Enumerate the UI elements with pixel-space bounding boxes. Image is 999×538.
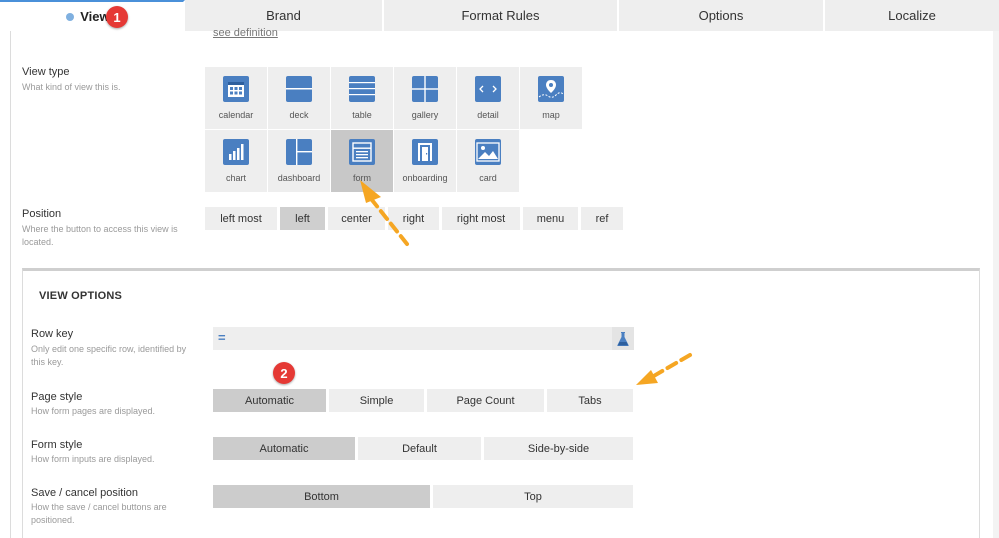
position-center[interactable]: center <box>328 207 385 230</box>
save-cancel-top[interactable]: Top <box>433 485 633 508</box>
page-style-page-count[interactable]: Page Count <box>427 389 544 412</box>
view-type-card[interactable]: card <box>457 130 519 192</box>
view-type-name: chart <box>225 173 246 183</box>
tab-options[interactable]: Options <box>619 0 825 31</box>
view-options-title: VIEW OPTIONS <box>39 290 123 302</box>
tab-label: Format Rules <box>461 8 540 23</box>
position-menu[interactable]: menu <box>523 207 578 230</box>
view-type-name: card <box>479 173 497 183</box>
view-type-name: detail <box>477 110 499 120</box>
row-key-input[interactable]: = <box>213 327 634 350</box>
view-type-name: table <box>352 110 372 120</box>
view-type-name: calendar <box>218 110 254 120</box>
flask-icon[interactable] <box>612 327 634 350</box>
calendar-icon <box>223 76 249 102</box>
page-style-tabs[interactable]: Tabs <box>547 389 633 412</box>
page-style-label: Page style <box>31 391 83 403</box>
view-type-name: dashboard <box>277 173 321 183</box>
view-type-deck[interactable]: deck <box>268 67 330 129</box>
save-cancel-bottom[interactable]: Bottom <box>213 485 430 508</box>
view-type-detail[interactable]: detail <box>457 67 519 129</box>
tab-status-dot <box>66 12 75 21</box>
form-style-label: Form style <box>31 439 83 451</box>
view-type-label: View type <box>22 66 70 78</box>
tab-format-rules[interactable]: Format Rules <box>384 0 619 31</box>
position-left-most[interactable]: left most <box>205 207 277 230</box>
view-type-chart[interactable]: chart <box>205 130 267 192</box>
save-cancel-label: Save / cancel position <box>31 487 139 499</box>
table-icon <box>349 76 375 102</box>
form-icon <box>349 139 375 165</box>
view-type-dashboard[interactable]: dashboard <box>268 130 330 192</box>
view-type-name: form <box>353 173 371 183</box>
form-style-side-by-side[interactable]: Side-by-side <box>484 437 633 460</box>
view-type-calendar[interactable]: calendar <box>205 67 267 129</box>
deck-icon <box>286 76 312 102</box>
row-key-hint: Only edit one specific row, identified b… <box>31 344 187 367</box>
tab-localize[interactable]: Localize <box>825 0 999 31</box>
form-style-hint: How form inputs are displayed. <box>31 454 155 464</box>
view-type-name: onboarding <box>402 173 448 183</box>
form-style-default[interactable]: Default <box>358 437 481 460</box>
view-type-name: gallery <box>411 110 439 120</box>
see-definition-link[interactable]: see definition <box>213 27 278 39</box>
tab-label: Localize <box>888 8 936 23</box>
position-ref[interactable]: ref <box>581 207 623 230</box>
row-key-label: Row key <box>31 328 74 340</box>
equals-icon: = <box>218 330 226 345</box>
position-right-most[interactable]: right most <box>442 207 520 230</box>
position-hint: Where the button to access this view is … <box>22 224 178 247</box>
page-style-simple[interactable]: Simple <box>329 389 424 412</box>
page-style-hint: How form pages are displayed. <box>31 406 156 416</box>
map-icon <box>538 76 564 102</box>
position-left[interactable]: left <box>280 207 325 230</box>
tab-label: Brand <box>266 8 301 23</box>
tab-bar: Views Brand Format Rules Options Localiz… <box>0 0 999 31</box>
detail-icon <box>475 76 501 102</box>
onboarding-icon <box>412 139 438 165</box>
tab-views[interactable]: Views <box>0 0 185 31</box>
view-type-table[interactable]: table <box>331 67 393 129</box>
tab-label: Options <box>698 8 744 23</box>
position-right[interactable]: right <box>388 207 439 230</box>
view-type-onboarding[interactable]: onboarding <box>394 130 456 192</box>
view-type-name: map <box>542 110 560 120</box>
scrollbar[interactable] <box>993 31 999 538</box>
card-icon <box>475 139 501 165</box>
frame-border-left <box>10 31 11 538</box>
gallery-icon <box>412 76 438 102</box>
save-cancel-hint: How the save / cancel buttons are positi… <box>31 502 167 525</box>
form-style-automatic[interactable]: Automatic <box>213 437 355 460</box>
page-style-automatic[interactable]: Automatic <box>213 389 326 412</box>
view-type-map[interactable]: map <box>520 67 582 129</box>
annotation-badge-1: 1 <box>106 6 128 28</box>
view-type-gallery[interactable]: gallery <box>394 67 456 129</box>
annotation-badge-2: 2 <box>273 362 295 384</box>
position-label: Position <box>22 208 62 220</box>
view-type-name: deck <box>289 110 309 120</box>
chart-icon <box>223 139 249 165</box>
dashboard-icon <box>286 139 312 165</box>
view-type-form[interactable]: form <box>331 130 393 192</box>
view-type-hint: What kind of view this is. <box>22 82 121 92</box>
